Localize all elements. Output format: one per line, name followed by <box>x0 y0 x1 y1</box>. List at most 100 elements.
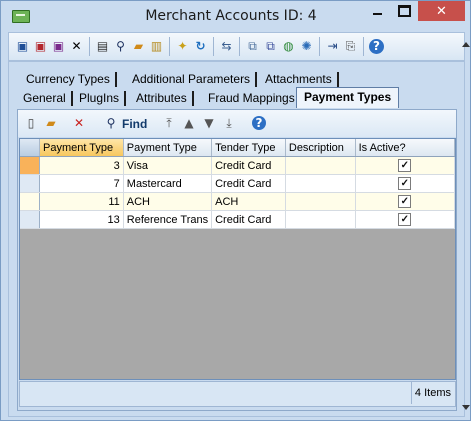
delete-record-icon[interactable]: ✕ <box>72 116 86 130</box>
find-icon[interactable]: ⚲ <box>113 39 128 54</box>
move-down-icon[interactable]: ▼ <box>202 116 216 130</box>
toolbar-separator <box>319 37 320 56</box>
tab-currency-types[interactable]: Currency Types <box>19 70 117 88</box>
wand-icon[interactable]: ✦ <box>175 39 190 54</box>
toolbar-separator <box>213 37 214 56</box>
cell-payment-type[interactable]: Reference Trans <box>123 210 213 229</box>
move-up-icon[interactable]: ▲ <box>182 116 196 130</box>
scroll-down-icon[interactable] <box>462 405 470 410</box>
tab-label: Payment Types <box>304 90 392 104</box>
settings-icon[interactable]: ✺ <box>299 39 314 54</box>
main-toolbar: ▣ ▣ ▣ ✕ ▤ ⚲ ▰ ▥ ✦ ↻ ⇆ ⧉ ⧉ ◍ ✺ ⇥ ⎘ ? <box>8 32 465 61</box>
duplicate-icon[interactable]: ⧉ <box>263 39 278 54</box>
find-button[interactable]: Find <box>122 117 147 131</box>
tab-label: General <box>23 91 66 105</box>
help-icon[interactable]: ? <box>369 39 384 54</box>
open-folder-icon[interactable]: ▰ <box>44 116 58 130</box>
tab-payment-types[interactable]: Payment Types <box>296 87 400 108</box>
column-header-payment-type[interactable]: Payment Type <box>123 139 213 157</box>
link-icon[interactable]: ⇆ <box>219 39 234 54</box>
table-row[interactable]: 3 Visa Credit Card ✓ <box>20 156 456 175</box>
maximize-icon <box>397 5 411 17</box>
cell-payment-type[interactable]: ACH <box>123 192 213 211</box>
tab-label: Fraud Mappings <box>208 91 295 105</box>
is-active-checkbox[interactable]: ✓ <box>398 213 412 226</box>
is-active-checkbox[interactable]: ✓ <box>398 195 412 208</box>
cell-payment-type-id[interactable]: 7 <box>39 174 124 193</box>
new-record-icon[interactable]: ▯ <box>24 116 38 130</box>
globe-icon[interactable]: ◍ <box>281 39 296 54</box>
cell-description[interactable] <box>285 192 356 211</box>
print-icon[interactable]: ▤ <box>95 39 110 54</box>
row-selector[interactable] <box>20 210 41 229</box>
help-icon[interactable]: ? <box>252 116 266 130</box>
row-selector[interactable] <box>20 192 41 211</box>
tab-label: Attributes <box>136 91 187 105</box>
row-selector[interactable] <box>20 156 41 175</box>
cell-payment-type-id[interactable]: 11 <box>39 192 124 211</box>
open-folder-icon[interactable]: ▰ <box>131 39 146 54</box>
tab-panel: Currency Types Additional Parameters Att… <box>8 61 465 417</box>
table-row[interactable]: 11 ACH ACH ✓ <box>20 192 456 211</box>
move-last-icon[interactable]: ⤓ <box>222 116 236 130</box>
close-button[interactable]: ✕ <box>418 1 465 21</box>
cell-tender-type[interactable]: Credit Card <box>211 210 286 229</box>
title-bar[interactable]: Merchant Accounts ID: 4 ✕ <box>1 1 470 31</box>
tab-plugins[interactable]: PlugIns <box>72 89 127 107</box>
payment-types-grid: Payment Type Payment Type Tender Type De… <box>19 138 456 380</box>
tab-additional-parameters[interactable]: Additional Parameters <box>125 70 258 88</box>
maximize-button[interactable] <box>391 1 417 21</box>
table-row[interactable]: 13 Reference Trans Credit Card ✓ <box>20 210 456 229</box>
refresh-icon[interactable]: ↻ <box>193 39 208 54</box>
notes-icon[interactable]: ▥ <box>149 39 164 54</box>
cell-tender-type[interactable]: Credit Card <box>211 174 286 193</box>
column-header-tender-type[interactable]: Tender Type <box>211 139 286 157</box>
grid-toolbar: ▯ ▰ ✕ ⚲ Find ⤒ ▲ ▼ ⤓ ? <box>18 110 456 137</box>
cell-is-active[interactable]: ✓ <box>355 156 456 175</box>
save-new-icon[interactable]: ▣ <box>51 39 66 54</box>
cell-payment-type[interactable]: Mastercard <box>123 174 213 193</box>
copy-icon[interactable]: ⧉ <box>245 39 260 54</box>
status-message-area <box>20 382 412 404</box>
cell-description[interactable] <box>285 174 356 193</box>
row-selector[interactable] <box>20 174 41 193</box>
grid-corner[interactable] <box>20 139 41 157</box>
tab-attributes[interactable]: Attributes <box>129 89 194 107</box>
find-icon[interactable]: ⚲ <box>104 116 118 130</box>
cell-description[interactable] <box>285 210 356 229</box>
cell-is-active[interactable]: ✓ <box>355 192 456 211</box>
vertical-scrollbar[interactable] <box>462 32 470 420</box>
table-row[interactable]: 7 Mastercard Credit Card ✓ <box>20 174 456 193</box>
save-icon[interactable]: ▣ <box>15 39 30 54</box>
minimize-button[interactable] <box>364 1 390 21</box>
goto-icon[interactable]: ⇥ <box>325 39 340 54</box>
tab-general[interactable]: General <box>16 89 73 107</box>
tab-label: PlugIns <box>79 91 120 105</box>
cell-is-active[interactable]: ✓ <box>355 174 456 193</box>
tab-attachments[interactable]: Attachments <box>258 70 339 88</box>
move-first-icon[interactable]: ⤒ <box>162 116 176 130</box>
app-icon <box>12 10 30 23</box>
cell-tender-type[interactable]: ACH <box>211 192 286 211</box>
delete-icon[interactable]: ✕ <box>69 39 84 54</box>
save-close-icon[interactable]: ▣ <box>33 39 48 54</box>
cell-tender-type[interactable]: Credit Card <box>211 156 286 175</box>
cell-is-active[interactable]: ✓ <box>355 210 456 229</box>
is-active-checkbox[interactable]: ✓ <box>398 177 412 190</box>
merchant-accounts-window: Merchant Accounts ID: 4 ✕ ▣ ▣ ▣ ✕ ▤ ⚲ ▰ … <box>0 0 471 421</box>
column-header-payment-type-id[interactable]: Payment Type <box>39 139 124 157</box>
is-active-checkbox[interactable]: ✓ <box>398 159 412 172</box>
column-header-is-active[interactable]: Is Active? <box>355 139 456 157</box>
scroll-up-icon[interactable] <box>462 42 470 47</box>
grid-table: Payment Type Payment Type Tender Type De… <box>20 139 456 229</box>
close-icon: ✕ <box>436 3 447 19</box>
cell-payment-type[interactable]: Visa <box>123 156 213 175</box>
column-header-description[interactable]: Description <box>285 139 356 157</box>
item-count: 4 Items <box>414 387 451 399</box>
tab-fraud-mappings[interactable]: Fraud Mappings <box>201 89 302 107</box>
status-bar: 4 Items <box>19 381 456 407</box>
export-icon[interactable]: ⎘ <box>343 39 358 54</box>
cell-payment-type-id[interactable]: 3 <box>39 156 124 175</box>
cell-payment-type-id[interactable]: 13 <box>39 210 124 229</box>
cell-description[interactable] <box>285 156 356 175</box>
